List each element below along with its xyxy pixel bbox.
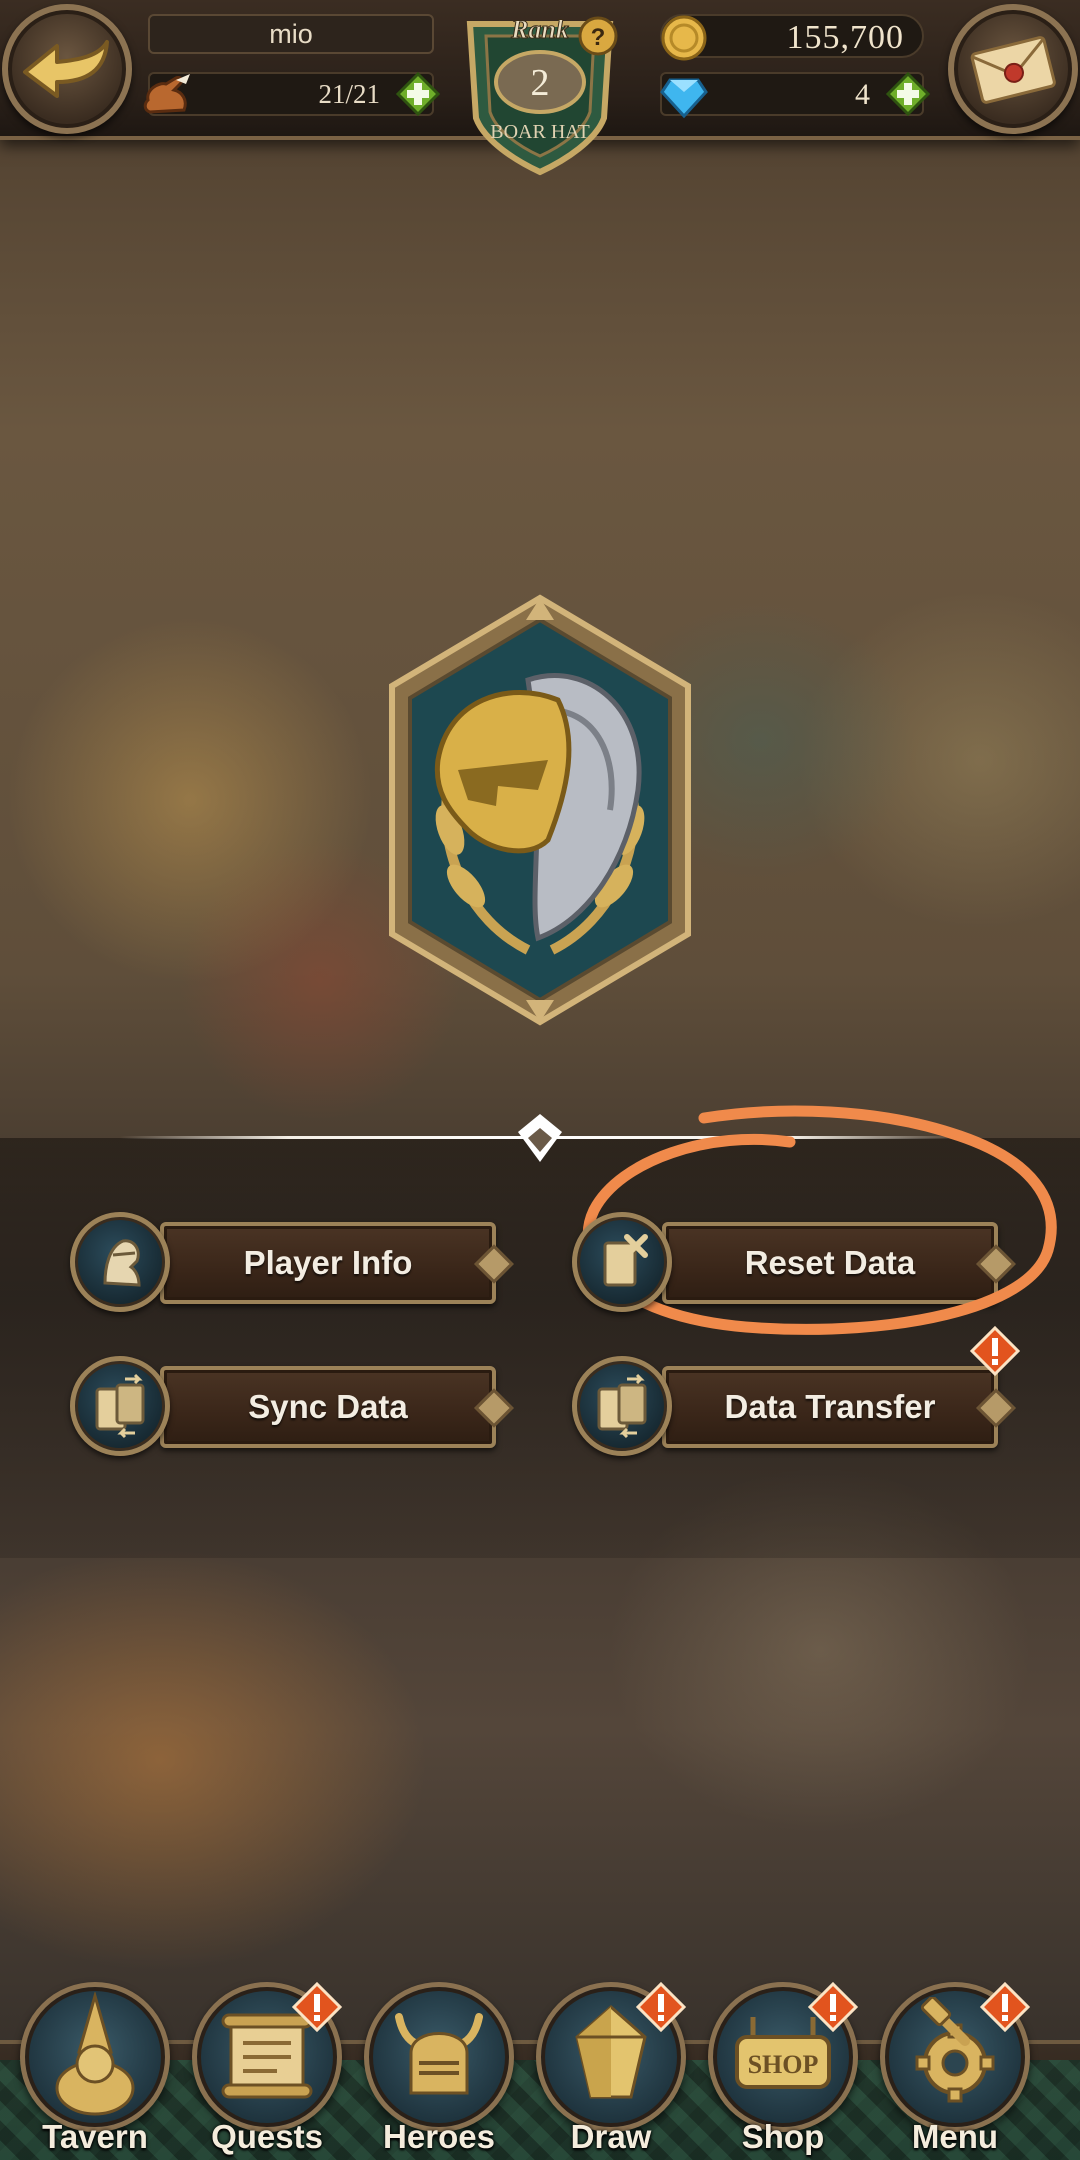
- player-name: mio: [148, 14, 434, 54]
- alert-icon: [292, 1982, 342, 2032]
- nav-shop-label: Shop: [741, 2118, 825, 2155]
- knight-bust-icon: [70, 1212, 170, 1312]
- nav-draw-label: Draw: [570, 2118, 652, 2155]
- plus-icon: [886, 72, 930, 116]
- bottom-nav: Tavern Quests Heroes Draw SHOP Shop Menu: [0, 1960, 1080, 2160]
- data-transfer-label: Data Transfer: [724, 1388, 936, 1425]
- rank-value: 2: [531, 62, 550, 104]
- mail-button[interactable]: [948, 4, 1078, 134]
- top-bar: mio 21/21 Rank 2 BOAR HAT ? 155,700 4: [0, 0, 1080, 176]
- reset-card-icon: [572, 1212, 672, 1312]
- stamina-bar: 21/21: [143, 72, 440, 116]
- rank-title: BOAR HAT: [490, 121, 589, 143]
- back-arrow-icon: [23, 40, 109, 98]
- player-info-label: Player Info: [243, 1244, 413, 1281]
- stamina-value: 21/21: [318, 79, 380, 109]
- blue-gem-icon: [660, 78, 708, 119]
- nav-heroes-label: Heroes: [383, 2118, 495, 2155]
- svg-text:SHOP: SHOP: [748, 2050, 819, 2079]
- tavern-icon: [55, 1992, 135, 2116]
- rank-badge[interactable]: Rank 2 BOAR HAT ?: [446, 0, 634, 180]
- add-stamina-button[interactable]: [396, 72, 440, 116]
- hero-helmet-icon: [395, 2013, 483, 2095]
- transfer-card-icon: [572, 1356, 672, 1456]
- gem-value: 4: [855, 78, 870, 111]
- mail-envelope-icon: [970, 36, 1056, 104]
- alert-icon: [636, 1982, 686, 2032]
- nav-draw[interactable]: Draw: [528, 1966, 694, 2156]
- gem-bar: 4: [660, 72, 930, 119]
- back-button[interactable]: [2, 4, 132, 134]
- sync-card-icon: [70, 1356, 170, 1456]
- add-gems-button[interactable]: [886, 72, 930, 116]
- nav-menu[interactable]: Menu: [872, 1966, 1038, 2156]
- nav-tavern-label: Tavern: [42, 2118, 148, 2155]
- player-info-button[interactable]: Player Info: [70, 1212, 510, 1312]
- nav-quests[interactable]: Quests: [184, 1966, 350, 2156]
- alert-icon: [970, 1326, 1020, 1376]
- knight-helmet-emblem: [389, 594, 691, 1026]
- alert-icon: [808, 1982, 858, 2032]
- divider-ornament-icon: [518, 1114, 562, 1162]
- sync-data-button[interactable]: Sync Data: [70, 1356, 510, 1456]
- options-panel-shade: [0, 1138, 1080, 1558]
- data-transfer-button[interactable]: Data Transfer: [572, 1326, 1020, 1456]
- sync-data-label: Sync Data: [248, 1388, 408, 1425]
- gold-bar: 155,700: [660, 14, 924, 61]
- svg-text:?: ?: [591, 24, 606, 51]
- nav-quests-label: Quests: [211, 2118, 323, 2155]
- reset-data-label: Reset Data: [744, 1244, 916, 1281]
- nav-heroes[interactable]: Heroes: [356, 1966, 522, 2156]
- nav-shop[interactable]: SHOP Shop: [700, 1966, 866, 2156]
- gold-value: 155,700: [786, 19, 904, 56]
- alert-icon: [980, 1982, 1030, 2032]
- nav-tavern[interactable]: Tavern: [12, 1966, 178, 2156]
- nav-menu-label: Menu: [911, 2118, 999, 2155]
- stamina-boot-icon: [143, 74, 190, 114]
- plus-icon: [396, 72, 440, 116]
- rank-label: Rank: [510, 15, 569, 44]
- gold-coin-icon: [661, 15, 707, 61]
- reset-data-button[interactable]: Reset Data: [572, 1212, 1012, 1312]
